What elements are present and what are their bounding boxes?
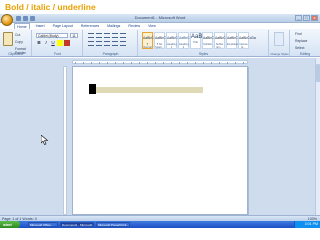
window-title: Document1 - Microsoft Word [134,15,186,20]
style-title[interactable]: AaB Title [190,32,202,49]
justify-icon[interactable] [112,41,118,46]
line-spacing-icon[interactable] [120,41,126,46]
text-highlight[interactable] [96,87,203,93]
horizontal-ruler[interactable] [72,60,248,64]
style-heading-2[interactable]: AaBbCc Heading 2 [178,32,191,49]
font-group: Calibri (Body) 11 B I U Font [33,30,83,56]
document-workspace [0,58,320,215]
editing-group: Find Replace Select Editing [291,30,319,56]
clipboard-label: Clipboard [8,52,23,56]
align-center-icon[interactable] [96,41,102,46]
taskbar-item-powerpoint[interactable]: Microsoft PowerPoint... [96,222,130,227]
clipboard-group: Cut Copy Format Painter Clipboard [0,30,32,56]
cut-button[interactable]: Cut [15,33,31,37]
styles-gallery: AaBbCcDc ¶ Normal AaBbCcDc ¶ No Spaci...… [142,32,256,49]
bold-button[interactable]: B [36,40,42,46]
style-normal[interactable]: AaBbCcDc ¶ Normal [142,32,160,49]
font-name-select[interactable]: Calibri (Body) [36,33,68,38]
change-styles-label: Change Styles [270,52,289,56]
maximize-button[interactable]: □ [303,15,310,21]
taskbar-item-word[interactable]: Document1 - Microsoft... [60,222,94,227]
find-button[interactable]: Find [295,32,307,36]
title-bar: Document1 - Microsoft Word _ □ x [0,14,320,26]
window-controls: _ □ x [295,15,318,21]
scrollbar-thumb[interactable] [316,64,320,82]
editing-label: Editing [299,52,311,56]
align-right-icon[interactable] [104,41,110,46]
word-window: Document1 - Microsoft Word _ □ x Home In… [0,14,320,240]
windows-taskbar: start Microsoft Office... Document1 - Mi… [0,221,320,228]
start-button[interactable]: start [0,221,20,228]
underline-button[interactable]: U [50,40,56,46]
change-styles-group: Change Styles [270,30,290,56]
font-size-select[interactable]: 11 [70,33,78,38]
paste-icon[interactable] [3,32,13,46]
styles-label: Styles [198,52,209,56]
copy-button[interactable]: Copy [15,40,31,44]
font-color-icon[interactable] [64,40,70,46]
styles-group: AaBbCcDc ¶ Normal AaBbCcDc ¶ No Spaci...… [139,30,269,56]
ribbon: Cut Copy Format Painter Clipboard Calibr… [0,29,320,57]
increase-indent-icon[interactable] [120,33,126,38]
system-tray-clock: 3:01 PM [294,221,320,228]
style-no-spacing[interactable]: AaBbCcDc ¶ No Spaci... [154,32,172,49]
highlight-color-icon[interactable] [57,40,63,46]
paragraph-group: Paragraph [84,30,138,56]
italic-button[interactable]: I [43,40,49,46]
style-subtitle[interactable]: AaBbCc. Subtitle [202,32,216,49]
style-subtle-emphasis[interactable]: AaBbCcDa Subtle Em... [214,32,232,49]
vertical-ruler[interactable] [63,66,67,215]
numbering-icon[interactable] [96,33,102,38]
style-heading-1[interactable]: AaBbCc Heading 1 [166,32,179,49]
align-left-icon[interactable] [88,41,94,46]
taskbar-item-office[interactable]: Microsoft Office... [28,222,58,227]
bullets-icon[interactable] [88,33,94,38]
document-page[interactable] [72,66,248,215]
select-button[interactable]: Select [295,46,307,50]
selected-text-block[interactable] [89,84,96,94]
style-emphasis[interactable]: AaBbCcDa Emphasis [226,32,244,49]
vertical-scrollbar[interactable] [315,58,320,215]
slide-caption: Bold / italic / underline [5,2,96,12]
mouse-pointer-icon [41,135,49,145]
font-label: Font [54,52,61,56]
minimize-button[interactable]: _ [295,15,302,21]
multilevel-list-icon[interactable] [104,33,110,38]
replace-button[interactable]: Replace [295,39,307,43]
style-intense-emphasis[interactable]: AaBbCcDa Intense E... [238,32,256,49]
change-styles-button[interactable] [274,32,284,46]
close-button[interactable]: x [311,15,318,21]
paragraph-label: Paragraph [102,52,119,56]
decrease-indent-icon[interactable] [112,33,118,38]
